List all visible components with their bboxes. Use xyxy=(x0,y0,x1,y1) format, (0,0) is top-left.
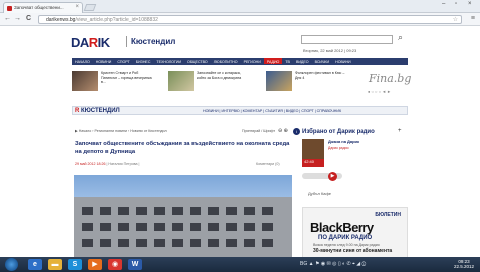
main-navigation: НАЧАЛО НОВИНИ СПОРТ БИЗНЕС ТЕХНОЛОГИИ ОБ… xyxy=(72,58,408,65)
clock-date: 22.5.2012 xyxy=(453,264,474,269)
promo-image xyxy=(72,71,98,91)
regional-subnav: R КЮСТЕНДИЛ НОВИНИ | ИНТЕРВЮ | КОМЕНТАР … xyxy=(72,106,408,115)
ie-taskbar-icon[interactable]: e xyxy=(28,259,42,270)
explorer-taskbar-icon[interactable]: ▬ xyxy=(48,259,62,270)
minimize-icon[interactable]: – xyxy=(442,1,445,7)
nav-item-news-2[interactable]: НОВИНИ xyxy=(332,58,354,64)
nav-item-tv[interactable]: ТВ xyxy=(282,58,293,64)
nav-item-sport[interactable]: СПОРТ xyxy=(114,58,132,64)
next-show-link[interactable]: Дубъл Кафе xyxy=(308,191,331,196)
expand-plus-icon[interactable]: + xyxy=(398,128,402,134)
promo-item[interactable]: Кристен Стюарт и Роб Патинсън – гореща в… xyxy=(72,71,156,95)
play-button[interactable]: ▶ xyxy=(328,172,337,181)
ad-brand: BlackBerry xyxy=(310,220,374,235)
nav-item-business[interactable]: БИЗНЕС xyxy=(133,58,154,64)
back-button[interactable]: ← xyxy=(4,15,11,22)
windows-taskbar: e ▬ S ▶ ◉ W BG ▲ ⚑ ◉ ✉ ◎ ▯ ◐ ✆ ⌖ ◢ ⓘ 09:… xyxy=(0,257,480,272)
regional-logo-text: КЮСТЕНДИЛ xyxy=(81,108,120,114)
blackberry-ad-banner[interactable]: БЮЛЕТИН BlackBerry ПО ДАРИК РАДИО Всяка … xyxy=(302,207,408,257)
darik-radio-icon: i xyxy=(293,128,300,135)
sidebar-player-box: 42:40 Джаза на Дарик Дарик радио ▶ Дубъл… xyxy=(300,139,408,203)
taskbar-clock[interactable]: 09:23 22.5.2012 xyxy=(454,259,474,269)
start-button[interactable] xyxy=(5,258,18,271)
city-title: Кюстендил xyxy=(131,37,176,46)
promo-item[interactable]: Фолклорен фестивал в Кюс – Дня 4 xyxy=(266,71,350,95)
tab-title: Започват обществени... xyxy=(14,5,64,10)
darik-favicon-icon xyxy=(7,6,12,11)
system-tray-icons[interactable]: BG ▲ ⚑ ◉ ✉ ◎ ▯ ◐ ✆ ⌖ ◢ ⓘ xyxy=(300,261,366,267)
nav-item-radio[interactable]: РАДИО xyxy=(263,58,283,64)
print-font-label[interactable]: Принтирай / Шрифт xyxy=(242,129,275,133)
duration-badge: 42:40 xyxy=(302,159,324,167)
nav-item-regions[interactable]: РЕГИОНИ xyxy=(241,58,264,64)
regional-logo[interactable]: R КЮСТЕНДИЛ xyxy=(75,108,120,114)
skype-taskbar-icon[interactable]: S xyxy=(68,259,82,270)
ad-headline: 30-минутни синя от абонамента xyxy=(313,248,393,254)
article-date: 29 май 2012 18:26 xyxy=(75,162,106,166)
browser-tab-bar: Започват обществени... × – ▫ × xyxy=(0,0,480,13)
ad-station: ПО ДАРИК РАДИО xyxy=(318,235,373,241)
search-input[interactable] xyxy=(301,35,393,44)
nav-item-video[interactable]: ВИДЕО xyxy=(293,58,312,64)
nav-item-tech[interactable]: ТЕХНОЛОГИИ xyxy=(153,58,184,64)
url-path: /view_article.php?article_id=1088832 xyxy=(75,17,158,23)
date-text: Вторник, 22 май 2012 | 09:23 xyxy=(303,48,357,53)
media-player-taskbar-icon[interactable]: ▶ xyxy=(88,259,102,270)
sidebar-title: Избрано от Дарик радио xyxy=(302,129,375,135)
comments-link[interactable]: Коментари (0) xyxy=(256,162,280,166)
nav-item-all[interactable]: ВСИЧКИ xyxy=(312,58,333,64)
promo-text: Запознайте се с котарака, който за Бога … xyxy=(197,71,242,80)
article-author: | Наталия Петрова | xyxy=(106,162,140,166)
browser-tab[interactable]: Започват обществени... × xyxy=(3,2,83,13)
promo-image xyxy=(266,71,292,91)
bookmark-star-icon[interactable]: ☆ xyxy=(453,16,458,23)
regional-logo-r-icon: R xyxy=(75,108,80,114)
maximize-icon[interactable]: ▫ xyxy=(455,1,457,7)
address-bar-url: darikenws.bg/view_article.php?article_id… xyxy=(46,17,158,23)
regional-subnav-items[interactable]: НОВИНИ | ИНТЕРВЮ | КОМЕНТАР | СЪБИТИЯ | … xyxy=(203,109,341,113)
chrome-taskbar-icon[interactable]: ◉ xyxy=(108,259,122,270)
promo-text: Фолклорен фестивал в Кюс – Дня 4 xyxy=(295,71,345,80)
nav-item-curious[interactable]: ЛЮБОПИТНО xyxy=(211,58,241,64)
wrench-menu-icon[interactable]: ≡ xyxy=(471,15,475,22)
tab-close-icon[interactable]: × xyxy=(75,4,79,10)
article-photo xyxy=(74,175,292,257)
promo-item[interactable]: Запознайте се с котарака, който за Бога … xyxy=(168,71,252,95)
browser-toolbar: ← → C darikenws.bg/view_article.php?arti… xyxy=(0,13,480,26)
article-headline: Започват обществените обсъждания за възд… xyxy=(75,141,290,155)
url-host: darikenws.bg xyxy=(46,17,76,23)
word-taskbar-icon[interactable]: W xyxy=(128,259,142,270)
font-size-icons[interactable]: ⊖ ⊕ xyxy=(278,128,288,134)
promo-text: Кристен Стюарт и Роб Патинсън – гореща в… xyxy=(101,71,152,84)
logo-text-r: R xyxy=(88,35,98,50)
web-page: DARIK Кюстендил ⌕ Вторник, 22 май 2012 |… xyxy=(0,27,480,257)
logo-separator xyxy=(126,36,127,47)
radio-show-name[interactable]: Джаза на Дарик xyxy=(328,139,359,144)
ad-line: Всяка неделя след 9.00 на Дарик радио xyxy=(313,243,380,247)
nav-item-home[interactable]: НАЧАЛО xyxy=(72,58,93,64)
promo-image xyxy=(168,71,194,91)
new-tab-button[interactable] xyxy=(83,4,97,11)
search-icon[interactable]: ⌕ xyxy=(398,32,403,43)
carousel-dots[interactable]: ● ○ ○ ○ ◄ ► xyxy=(368,89,391,94)
close-window-icon[interactable]: × xyxy=(468,1,472,7)
address-bar[interactable]: darikenws.bg/view_article.php?article_id… xyxy=(38,15,462,24)
nav-item-society[interactable]: ОБЩЕСТВО xyxy=(184,58,211,64)
article-meta: 29 май 2012 18:26 | Наталия Петрова | xyxy=(75,162,139,166)
forward-button[interactable]: → xyxy=(14,15,21,22)
fina-logo[interactable]: Fina.bg xyxy=(369,72,411,85)
radio-show-subtitle: Дарик радио xyxy=(328,146,349,150)
reload-button[interactable]: C xyxy=(26,15,31,22)
logo-text-end: IK xyxy=(97,35,111,50)
logo-text-start: DA xyxy=(71,35,89,50)
nav-item-news[interactable]: НОВИНИ xyxy=(93,58,115,64)
darik-logo[interactable]: DARIK xyxy=(71,35,110,50)
ad-tag: БЮЛЕТИН xyxy=(375,212,401,218)
breadcrumb[interactable]: ▶ Начало › Регионални новини › Новини от… xyxy=(75,129,167,133)
